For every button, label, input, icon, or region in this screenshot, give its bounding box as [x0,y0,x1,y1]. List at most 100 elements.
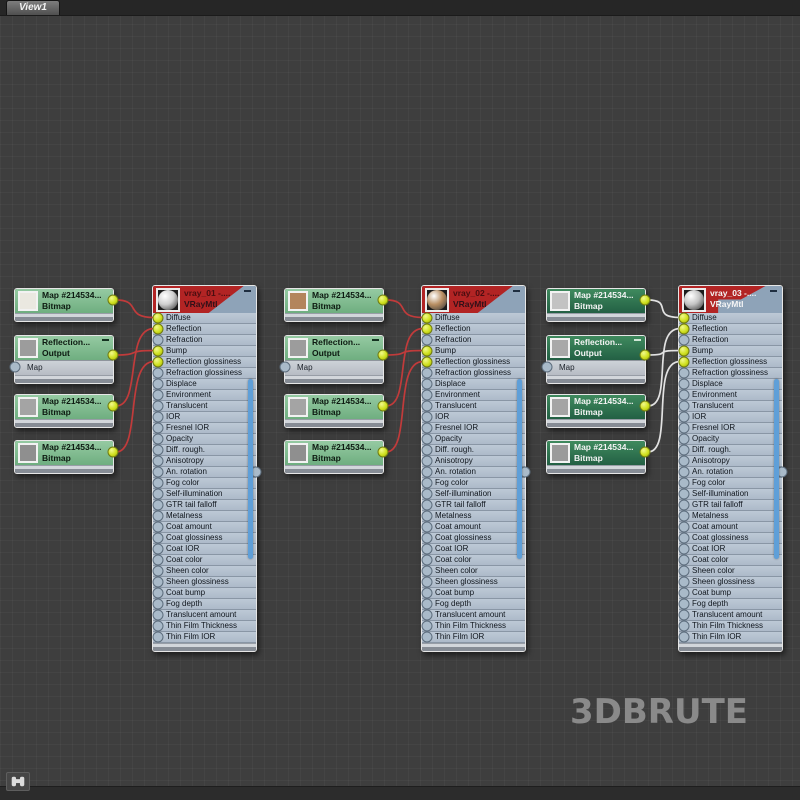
map-node-header[interactable]: Reflection...Output [547,336,645,360]
map-node-header[interactable]: Reflection...Output [285,336,383,360]
param-row-translucent-amount[interactable]: Translucent amount [153,610,256,621]
param-row-diff-rough-[interactable]: Diff. rough. [153,445,256,456]
param-row-an-rotation[interactable]: An. rotation [422,467,525,478]
param-row-self-illumination[interactable]: Self-illumination [422,489,525,500]
collapse-icon[interactable] [102,339,109,341]
param-row-refraction[interactable]: Refraction [422,335,525,346]
param-row-opacity[interactable]: Opacity [422,434,525,445]
param-row-gtr-tail-falloff[interactable]: GTR tail falloff [679,500,782,511]
param-row-an-rotation[interactable]: An. rotation [153,467,256,478]
param-row-thin-film-ior[interactable]: Thin Film IOR [679,632,782,643]
param-row-ior[interactable]: IOR [153,412,256,423]
param-row-self-illumination[interactable]: Self-illumination [153,489,256,500]
param-row-thin-film-thickness[interactable]: Thin Film Thickness [153,621,256,632]
param-row-thin-film-thickness[interactable]: Thin Film Thickness [679,621,782,632]
param-row-fog-depth[interactable]: Fog depth [679,599,782,610]
param-row-thin-film-ior[interactable]: Thin Film IOR [422,632,525,643]
material-node-header[interactable]: vray_02 -....VRayMtl [422,286,525,313]
tab-view1[interactable]: View1 [6,0,60,15]
map-node-header[interactable]: Map #214534...Bitmap [15,395,113,419]
param-row-anisotropy[interactable]: Anisotropy [153,456,256,467]
param-row-refraction-glossiness[interactable]: Refraction glossiness [679,368,782,379]
material-node-vraymtl[interactable]: vray_02 -....VRayMtlDiffuseReflectionRef… [421,285,526,652]
param-row-coat-bump[interactable]: Coat bump [153,588,256,599]
param-row-metalness[interactable]: Metalness [153,511,256,522]
param-row-coat-bump[interactable]: Coat bump [422,588,525,599]
param-row-opacity[interactable]: Opacity [153,434,256,445]
map-node-header[interactable]: Map #214534...Bitmap [547,441,645,465]
param-row-translucent[interactable]: Translucent [153,401,256,412]
param-row-reflection-glossiness[interactable]: Reflection glossiness [153,357,256,368]
param-row-environment[interactable]: Environment [153,390,256,401]
param-row-opacity[interactable]: Opacity [679,434,782,445]
param-row-diff-rough-[interactable]: Diff. rough. [422,445,525,456]
param-row-refraction[interactable]: Refraction [679,335,782,346]
param-row-displace[interactable]: Displace [422,379,525,390]
param-row-an-rotation[interactable]: An. rotation [679,467,782,478]
param-row-reflection-glossiness[interactable]: Reflection glossiness [422,357,525,368]
param-row-anisotropy[interactable]: Anisotropy [422,456,525,467]
param-row-fresnel-ior[interactable]: Fresnel IOR [153,423,256,434]
param-row-fog-depth[interactable]: Fog depth [422,599,525,610]
param-row-fog-depth[interactable]: Fog depth [153,599,256,610]
collapse-icon[interactable] [770,290,777,292]
param-row-metalness[interactable]: Metalness [422,511,525,522]
param-row-coat-amount[interactable]: Coat amount [679,522,782,533]
material-node-header[interactable]: vray_03 -....VRayMtl [679,286,782,313]
map-node-bitmap[interactable]: Map #214534...Bitmap [546,394,646,428]
param-row-coat-glossiness[interactable]: Coat glossiness [153,533,256,544]
map-node-bitmap[interactable]: Map #214534...Bitmap [284,394,384,428]
param-row-coat-amount[interactable]: Coat amount [153,522,256,533]
param-row-coat-ior[interactable]: Coat IOR [679,544,782,555]
param-row-gtr-tail-falloff[interactable]: GTR tail falloff [422,500,525,511]
param-row-refraction-glossiness[interactable]: Refraction glossiness [422,368,525,379]
param-row-sheen-glossiness[interactable]: Sheen glossiness [153,577,256,588]
map-node-bitmap[interactable]: Map #214534...Bitmap [14,440,114,474]
map-node-header[interactable]: Map #214534...Bitmap [547,289,645,313]
map-node-output[interactable]: Reflection...OutputMap [14,335,114,384]
param-row-fog-color[interactable]: Fog color [422,478,525,489]
collapse-icon[interactable] [244,290,251,292]
param-row-translucent-amount[interactable]: Translucent amount [422,610,525,621]
param-row-bump[interactable]: Bump [679,346,782,357]
map-node-header[interactable]: Map #214534...Bitmap [15,289,113,313]
param-row-coat-glossiness[interactable]: Coat glossiness [679,533,782,544]
param-row-translucent-amount[interactable]: Translucent amount [679,610,782,621]
map-node-bitmap[interactable]: Map #214534...Bitmap [284,288,384,322]
param-row-refraction[interactable]: Refraction [153,335,256,346]
param-row-ior[interactable]: IOR [679,412,782,423]
param-row-diffuse[interactable]: Diffuse [422,313,525,324]
param-row-reflection-glossiness[interactable]: Reflection glossiness [679,357,782,368]
material-node-vraymtl[interactable]: vray_01 -....VRayMtlDiffuseReflectionRef… [152,285,257,652]
param-row-fog-color[interactable]: Fog color [153,478,256,489]
collapse-icon[interactable] [513,290,520,292]
param-row-reflection[interactable]: Reflection [153,324,256,335]
map-input-slot[interactable]: Map [15,360,113,375]
map-node-header[interactable]: Reflection...Output [15,336,113,360]
map-input-slot[interactable]: Map [285,360,383,375]
param-row-sheen-color[interactable]: Sheen color [422,566,525,577]
pan-tool-button[interactable] [6,772,30,791]
map-node-header[interactable]: Map #214534...Bitmap [15,441,113,465]
map-node-header[interactable]: Map #214534...Bitmap [285,441,383,465]
param-row-sheen-color[interactable]: Sheen color [153,566,256,577]
param-row-reflection[interactable]: Reflection [679,324,782,335]
param-row-fog-color[interactable]: Fog color [679,478,782,489]
map-node-header[interactable]: Map #214534...Bitmap [285,289,383,313]
param-row-diffuse[interactable]: Diffuse [153,313,256,324]
param-row-reflection[interactable]: Reflection [422,324,525,335]
param-row-displace[interactable]: Displace [153,379,256,390]
param-row-coat-glossiness[interactable]: Coat glossiness [422,533,525,544]
param-row-bump[interactable]: Bump [153,346,256,357]
param-row-refraction-glossiness[interactable]: Refraction glossiness [153,368,256,379]
param-row-coat-color[interactable]: Coat color [153,555,256,566]
map-node-bitmap[interactable]: Map #214534...Bitmap [546,440,646,474]
param-row-diffuse[interactable]: Diffuse [679,313,782,324]
param-row-environment[interactable]: Environment [679,390,782,401]
map-input-slot[interactable]: Map [547,360,645,375]
param-row-fresnel-ior[interactable]: Fresnel IOR [422,423,525,434]
param-row-coat-color[interactable]: Coat color [679,555,782,566]
param-row-translucent[interactable]: Translucent [422,401,525,412]
param-row-thin-film-thickness[interactable]: Thin Film Thickness [422,621,525,632]
param-row-coat-ior[interactable]: Coat IOR [153,544,256,555]
